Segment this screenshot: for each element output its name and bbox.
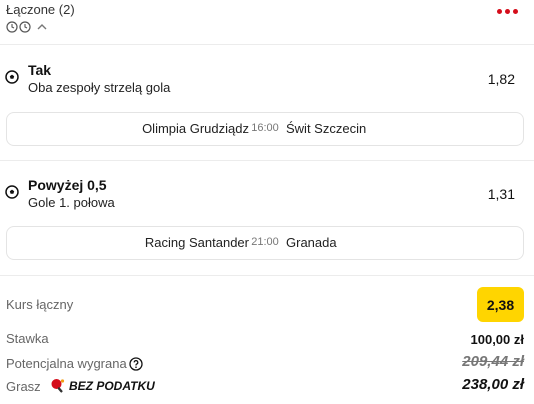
clock-icon: [19, 21, 31, 33]
total-odds-label: Kurs łączny: [6, 297, 74, 312]
selection-odds: 1,31: [487, 186, 515, 202]
chevron-up-icon[interactable]: [37, 23, 47, 31]
help-icon[interactable]: [129, 357, 143, 376]
selection-odds: 1,82: [487, 71, 515, 87]
tax-free-label: BEZ PODATKU: [69, 379, 155, 393]
divider: [0, 44, 534, 45]
coupon-header: Łączone (2): [6, 0, 528, 40]
selection-market: Oba zespoły strzelą gola: [28, 80, 171, 95]
dot-icon: [505, 9, 510, 14]
total-odds-badge: 2,38: [477, 287, 524, 322]
dot-icon: [497, 9, 502, 14]
match-card[interactable]: Olimpia Grudziądz 16:00 Świt Szczecin: [6, 112, 524, 146]
match-time: 16:00: [251, 122, 279, 134]
selection-market: Gole 1. połowa: [28, 195, 115, 210]
clock-icon: [6, 21, 18, 33]
match-time: 21:00: [251, 236, 279, 248]
potential-win-old-value: 209,44 zł: [462, 353, 524, 370]
divider: [0, 160, 534, 161]
away-team: Granada: [286, 235, 337, 250]
away-team: Świt Szczecin: [286, 121, 367, 136]
stake-value: 100,00 zł: [470, 332, 525, 347]
match-card[interactable]: Racing Santander 21:00 Granada: [6, 226, 524, 260]
stake-label: Stawka: [6, 331, 49, 346]
soccer-ball-icon: [5, 185, 19, 204]
selection-name: Powyżej 0,5: [28, 177, 107, 193]
potential-win-label: Potencjalna wygrana: [6, 356, 127, 371]
more-options-button[interactable]: [497, 9, 518, 14]
soccer-ball-icon: [5, 70, 19, 89]
ping-pong-paddle-icon: [50, 378, 66, 399]
win-value: 238,00 zł: [462, 376, 524, 393]
win-label: Grasz: [6, 379, 41, 394]
divider: [0, 275, 534, 276]
selection-name: Tak: [28, 62, 52, 78]
coupon-title: Łączone (2): [6, 2, 75, 17]
header-icons: [6, 21, 47, 33]
dot-icon: [513, 9, 518, 14]
